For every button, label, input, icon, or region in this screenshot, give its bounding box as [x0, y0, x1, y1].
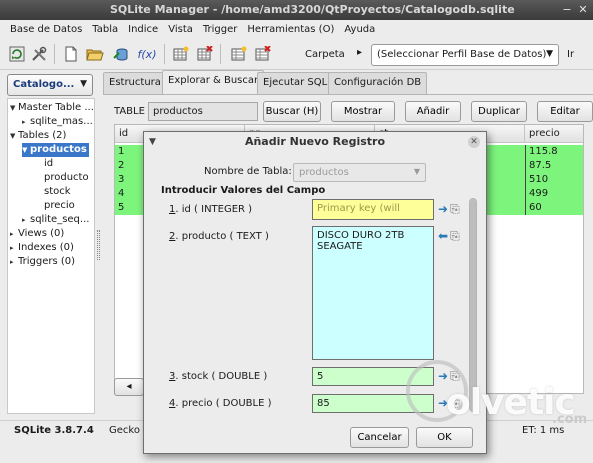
field-label-id: 1. id ( INTEGER ) — [169, 204, 253, 215]
sqlite-version: SQLite 3.8.7.4 — [14, 425, 94, 436]
attach-icon[interactable]: ⎘ — [450, 203, 460, 215]
new-file-icon[interactable] — [62, 45, 80, 63]
tree-item-productos[interactable]: ▼ productos — [22, 143, 89, 157]
create-table-icon[interactable] — [172, 45, 190, 63]
duplicate-button[interactable]: Duplicar — [471, 101, 527, 122]
cell-precio[interactable]: 499 — [525, 187, 583, 201]
add-button[interactable]: Añadir — [405, 101, 461, 122]
tab-explorar-buscar[interactable]: Explorar & Buscar — [162, 70, 265, 94]
field-label-producto: 2. producto ( TEXT ) — [169, 231, 269, 242]
toolbar-separator — [220, 44, 221, 64]
tree-item-tables[interactable]: ▼ Tables (2) — [10, 129, 66, 143]
arrow-right-icon[interactable]: ➜ — [438, 203, 448, 215]
table-label: TABLE — [114, 106, 145, 117]
tree-item-sqlite-master[interactable]: ▸ sqlite_mas... — [22, 115, 93, 129]
menu-base-de-datos[interactable]: Base de Datos — [5, 24, 87, 35]
tree-item-col-id[interactable]: id — [44, 157, 53, 171]
chevron-down-icon: ▼ — [80, 79, 87, 89]
field-actions: ⬅ ⎘ — [438, 230, 460, 242]
chevron-down-icon: ▼ — [546, 49, 553, 59]
tree-item-indexes[interactable]: ▸ Indexes (0) — [10, 241, 74, 255]
tab-configuracion-db[interactable]: Configuración DB — [328, 72, 428, 94]
open-folder-icon[interactable] — [86, 45, 104, 63]
profile-arrow-icon: ▸ — [357, 47, 363, 58]
create-index-icon[interactable] — [230, 45, 248, 63]
previous-page-button[interactable]: ◂ — [114, 378, 144, 396]
title-bar: SQLite Manager - /home/amd3200/QtProyect… — [0, 0, 593, 20]
tools-icon[interactable] — [30, 45, 48, 63]
toolbar-separator — [54, 44, 55, 64]
panel-splitter[interactable] — [97, 230, 100, 260]
table-name-select: productos ▼ — [293, 163, 426, 182]
tree-item-master-table[interactable]: ▼ Master Table ... — [10, 101, 94, 115]
function-icon[interactable]: f(x) — [136, 45, 158, 63]
tree-item-col-precio[interactable]: precio — [44, 199, 75, 213]
menu-herramientas[interactable]: Herramientas (O) — [242, 24, 339, 35]
arrow-left-icon[interactable]: ⬅ — [438, 230, 448, 242]
toolbar-separator — [164, 44, 165, 64]
cell-precio[interactable]: 510 — [525, 173, 583, 187]
show-all-button[interactable]: Mostrar Todo — [331, 101, 395, 136]
window-title: SQLite Manager - /home/amd3200/QtProyect… — [110, 3, 515, 16]
menu-tabla[interactable]: Tabla — [87, 24, 123, 35]
dialog-title: Añadir Nuevo Registro — [244, 135, 386, 148]
section-heading: Introducir Valores del Campo — [161, 185, 326, 196]
minimize-button[interactable]: − — [560, 3, 574, 17]
id-field[interactable]: Primary key (will — [312, 199, 434, 220]
watermark: olvetic .com — [406, 360, 587, 430]
close-window-button[interactable]: ✕ — [576, 3, 590, 17]
drop-index-icon[interactable] — [254, 45, 272, 63]
dialog-close-icon[interactable]: ✕ — [468, 136, 480, 148]
cell-precio[interactable]: 87.5 — [525, 159, 583, 173]
search-button[interactable]: Buscar (H) — [263, 101, 321, 122]
profile-label: Carpeta — [305, 49, 345, 60]
database-select-value: Catalogo... — [13, 79, 75, 90]
tree-item-col-stock[interactable]: stock — [44, 185, 71, 199]
field-label-precio: 4. precio ( DOUBLE ) — [169, 398, 272, 409]
attach-db-icon[interactable] — [112, 45, 130, 63]
field-actions: ➜ ⎘ — [438, 203, 460, 215]
tree-item-views[interactable]: ▸ Views (0) — [10, 227, 64, 241]
menu-ayuda[interactable]: Ayuda — [339, 24, 380, 35]
go-button[interactable]: Ir — [567, 49, 574, 60]
tree-item-triggers[interactable]: ▸ Triggers (0) — [10, 255, 75, 269]
edit-button[interactable]: Editar — [537, 101, 593, 122]
chevron-down-icon: ▼ — [413, 167, 420, 176]
dialog-menu-icon[interactable]: ▼ — [149, 137, 156, 147]
menu-indice[interactable]: Indice — [123, 24, 163, 35]
refresh-icon[interactable] — [8, 45, 26, 63]
database-select[interactable]: Catalogo... ▼ — [7, 74, 93, 96]
attach-icon[interactable]: ⎘ — [450, 230, 460, 242]
tab-estructura[interactable]: Estructura — [103, 72, 167, 94]
column-header-precio[interactable]: precio — [525, 125, 583, 143]
table-name-field[interactable]: productos — [148, 102, 258, 121]
table-name-label: Nombre de Tabla: — [204, 166, 292, 177]
gecko-label: Gecko — [109, 425, 140, 436]
tree-item-col-producto[interactable]: producto — [44, 171, 89, 185]
tree-item-sqlite-sequence[interactable]: ▸ sqlite_seq... — [22, 213, 89, 227]
cancel-button[interactable]: Cancelar — [350, 427, 409, 448]
schema-tree: ▼ Master Table ... ▸ sqlite_mas... ▼ Tables… — [7, 98, 95, 414]
toolbar: f(x) Carpeta ▸ (Seleccionar Perfil Base … — [0, 38, 593, 70]
cell-precio[interactable]: 60 — [525, 201, 583, 215]
cell-precio[interactable]: 115.8 — [525, 145, 583, 159]
producto-field[interactable]: DISCO DURO 2TB SEAGATE — [312, 226, 434, 360]
ok-button[interactable]: OK — [416, 427, 473, 448]
profile-select-value: (Seleccionar Perfil Base de Datos) — [377, 49, 547, 60]
menu-trigger[interactable]: Trigger — [198, 24, 243, 35]
watermark-suffix: .com — [552, 412, 588, 427]
menu-bar: Base de Datos Tabla Indice Vista Trigger… — [0, 20, 593, 38]
menu-vista[interactable]: Vista — [163, 24, 198, 35]
tab-ejecutar-sql[interactable]: Ejecutar SQL — [257, 72, 334, 94]
field-label-stock: 3. stock ( DOUBLE ) — [169, 371, 268, 382]
profile-select[interactable]: (Seleccionar Perfil Base de Datos) ▼ — [371, 44, 559, 66]
drop-table-icon[interactable] — [196, 45, 214, 63]
